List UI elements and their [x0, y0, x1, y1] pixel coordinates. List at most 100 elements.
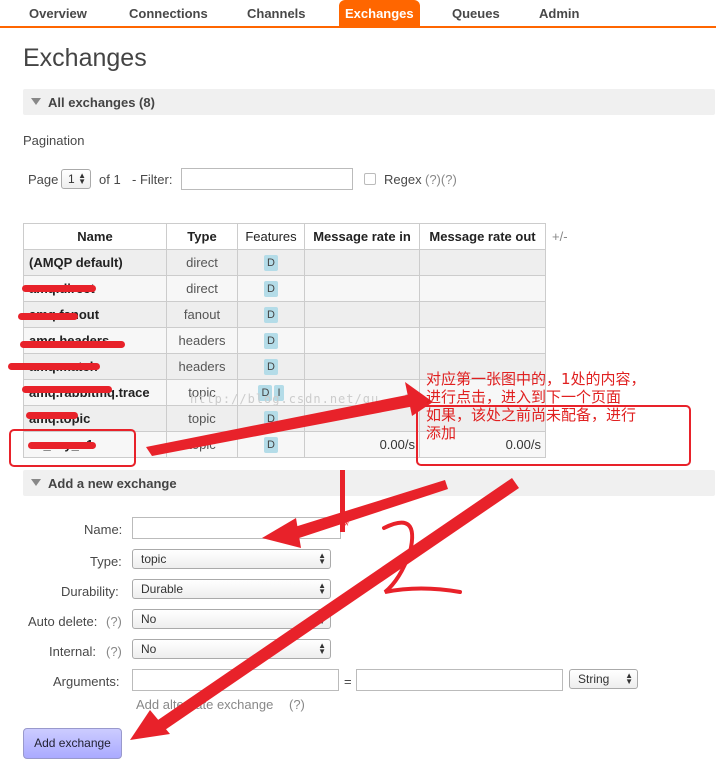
- collapse-triangle-icon: [31, 479, 41, 486]
- regex-checkbox[interactable]: [364, 173, 376, 185]
- argument-type-select[interactable]: String ▲ ▼: [569, 669, 638, 689]
- durable-badge: D: [258, 385, 273, 401]
- auto-delete-select-value: No: [141, 612, 157, 626]
- rate-out: [419, 327, 546, 354]
- add-exchange-header: Add a new exchange: [48, 476, 177, 491]
- select-arrows-icon: ▲ ▼: [318, 611, 326, 626]
- rate-out: 0.00/s: [419, 431, 546, 458]
- type-label: Type:: [90, 554, 122, 569]
- table-row[interactable]: amq.direct direct D: [23, 275, 546, 302]
- table-row[interactable]: amq.match headers D: [23, 353, 546, 380]
- collapse-triangle-icon: [31, 98, 41, 105]
- rate-out: [419, 379, 546, 406]
- durable-badge: D: [264, 255, 278, 271]
- tab-admin[interactable]: Admin: [539, 0, 579, 26]
- table-row[interactable]: amq.rabbitmq.trace topic DI: [23, 379, 546, 406]
- durability-label: Durability:: [61, 584, 119, 599]
- internal-select-value: No: [141, 642, 157, 656]
- pagination-label: Pagination: [23, 133, 85, 148]
- exchange-name-link[interactable]: amq.direct: [23, 275, 167, 302]
- type-select[interactable]: topic ▲ ▼: [132, 549, 331, 569]
- exchange-name-input[interactable]: [132, 517, 341, 539]
- tab-channels[interactable]: Channels: [247, 0, 306, 26]
- tab-queues[interactable]: Queues: [452, 0, 500, 26]
- exchange-features: D: [237, 327, 305, 354]
- exchange-features: D: [237, 405, 305, 432]
- add-exchange-toggle[interactable]: Add a new exchange: [23, 470, 715, 496]
- table-row[interactable]: amq.topic topic D: [23, 405, 546, 432]
- tab-overview[interactable]: Overview: [29, 0, 87, 26]
- durability-select[interactable]: Durable ▲ ▼: [132, 579, 331, 599]
- rate-in: 0.00/s: [304, 431, 420, 458]
- rate-in: [304, 249, 420, 276]
- internal-label: Internal:: [49, 644, 96, 659]
- rate-in: [304, 275, 420, 302]
- argument-value-input[interactable]: [356, 669, 563, 691]
- arguments-label: Arguments:: [53, 674, 120, 689]
- arrow-head: [130, 710, 170, 740]
- regex-help-link[interactable]: (?)(?): [425, 172, 457, 187]
- filter-label: - Filter:: [132, 172, 173, 187]
- add-exchange-button[interactable]: Add exchange: [23, 728, 122, 759]
- exchange-name-link[interactable]: (AMQP default): [23, 249, 167, 276]
- table-row[interactable]: amq.fanout fanout D: [23, 301, 546, 328]
- exchange-type: topic: [166, 379, 238, 406]
- tab-exchanges[interactable]: Exchanges: [339, 0, 420, 26]
- exchange-name-link[interactable]: amq.fanout: [23, 301, 167, 328]
- exchange-features: DI: [237, 379, 305, 406]
- page-select[interactable]: 1 ▲ ▼: [61, 169, 91, 189]
- col-rate-out[interactable]: Message rate out: [419, 223, 546, 250]
- table-row[interactable]: ex_zcy_v1 topic D 0.00/s 0.00/s: [23, 431, 546, 458]
- rate-out: [419, 353, 546, 380]
- marker-two: [382, 520, 462, 594]
- durable-badge: D: [264, 359, 278, 375]
- internal-badge: I: [274, 385, 284, 401]
- exchange-features: D: [237, 431, 305, 458]
- exchange-type: direct: [166, 249, 238, 276]
- exchange-name-link[interactable]: amq.rabbitmq.trace: [23, 379, 167, 406]
- auto-delete-select[interactable]: No ▲ ▼: [132, 609, 331, 629]
- exchange-type: direct: [166, 275, 238, 302]
- exchange-name-link[interactable]: ex_zcy_v1: [23, 431, 167, 458]
- argument-type-value: String: [578, 672, 610, 686]
- rate-in: [304, 327, 420, 354]
- page-label: Page: [28, 172, 59, 187]
- table-row[interactable]: (AMQP default) direct D: [23, 249, 546, 276]
- rate-in: [304, 353, 420, 380]
- select-arrows-icon: ▲ ▼: [318, 581, 326, 596]
- arguments-equals: =: [344, 674, 352, 689]
- col-name[interactable]: Name: [23, 223, 167, 250]
- rate-in: [304, 405, 420, 432]
- auto-delete-label: Auto delete:: [28, 614, 98, 629]
- add-alternate-exchange-link[interactable]: Add alternate exchange: [136, 697, 273, 712]
- page-select-value: 1: [68, 172, 75, 186]
- tab-connections[interactable]: Connections: [129, 0, 208, 26]
- exchange-type: headers: [166, 353, 238, 380]
- internal-select[interactable]: No ▲ ▼: [132, 639, 331, 659]
- rate-out: [419, 249, 546, 276]
- exchange-name-link[interactable]: amq.match: [23, 353, 167, 380]
- filter-input[interactable]: [181, 168, 353, 190]
- exchange-features: D: [237, 353, 305, 380]
- durable-badge: D: [264, 281, 278, 297]
- all-exchanges-toggle[interactable]: All exchanges (8): [23, 89, 715, 115]
- page-title: Exchanges: [23, 44, 147, 72]
- argument-key-input[interactable]: [132, 669, 339, 691]
- table-header-row: Name Type Features Message rate in Messa…: [23, 223, 546, 250]
- table-row[interactable]: amq.headers headers D: [23, 327, 546, 354]
- exchange-features: D: [237, 301, 305, 328]
- internal-help-link[interactable]: (?): [106, 644, 122, 659]
- auto-delete-help-link[interactable]: (?): [106, 614, 122, 629]
- durable-badge: D: [264, 437, 278, 453]
- select-arrows-icon: ▲ ▼: [318, 551, 326, 566]
- alternate-help-link[interactable]: (?): [289, 697, 305, 712]
- rate-in: [304, 301, 420, 328]
- column-toggle-link[interactable]: +/-: [552, 229, 568, 244]
- page-of-label: of 1: [99, 172, 121, 187]
- durability-select-value: Durable: [141, 582, 184, 596]
- required-mark: *: [344, 518, 350, 533]
- col-type[interactable]: Type: [166, 223, 238, 250]
- exchange-name-link[interactable]: amq.topic: [23, 405, 167, 432]
- exchange-name-link[interactable]: amq.headers: [23, 327, 167, 354]
- col-rate-in[interactable]: Message rate in: [304, 223, 420, 250]
